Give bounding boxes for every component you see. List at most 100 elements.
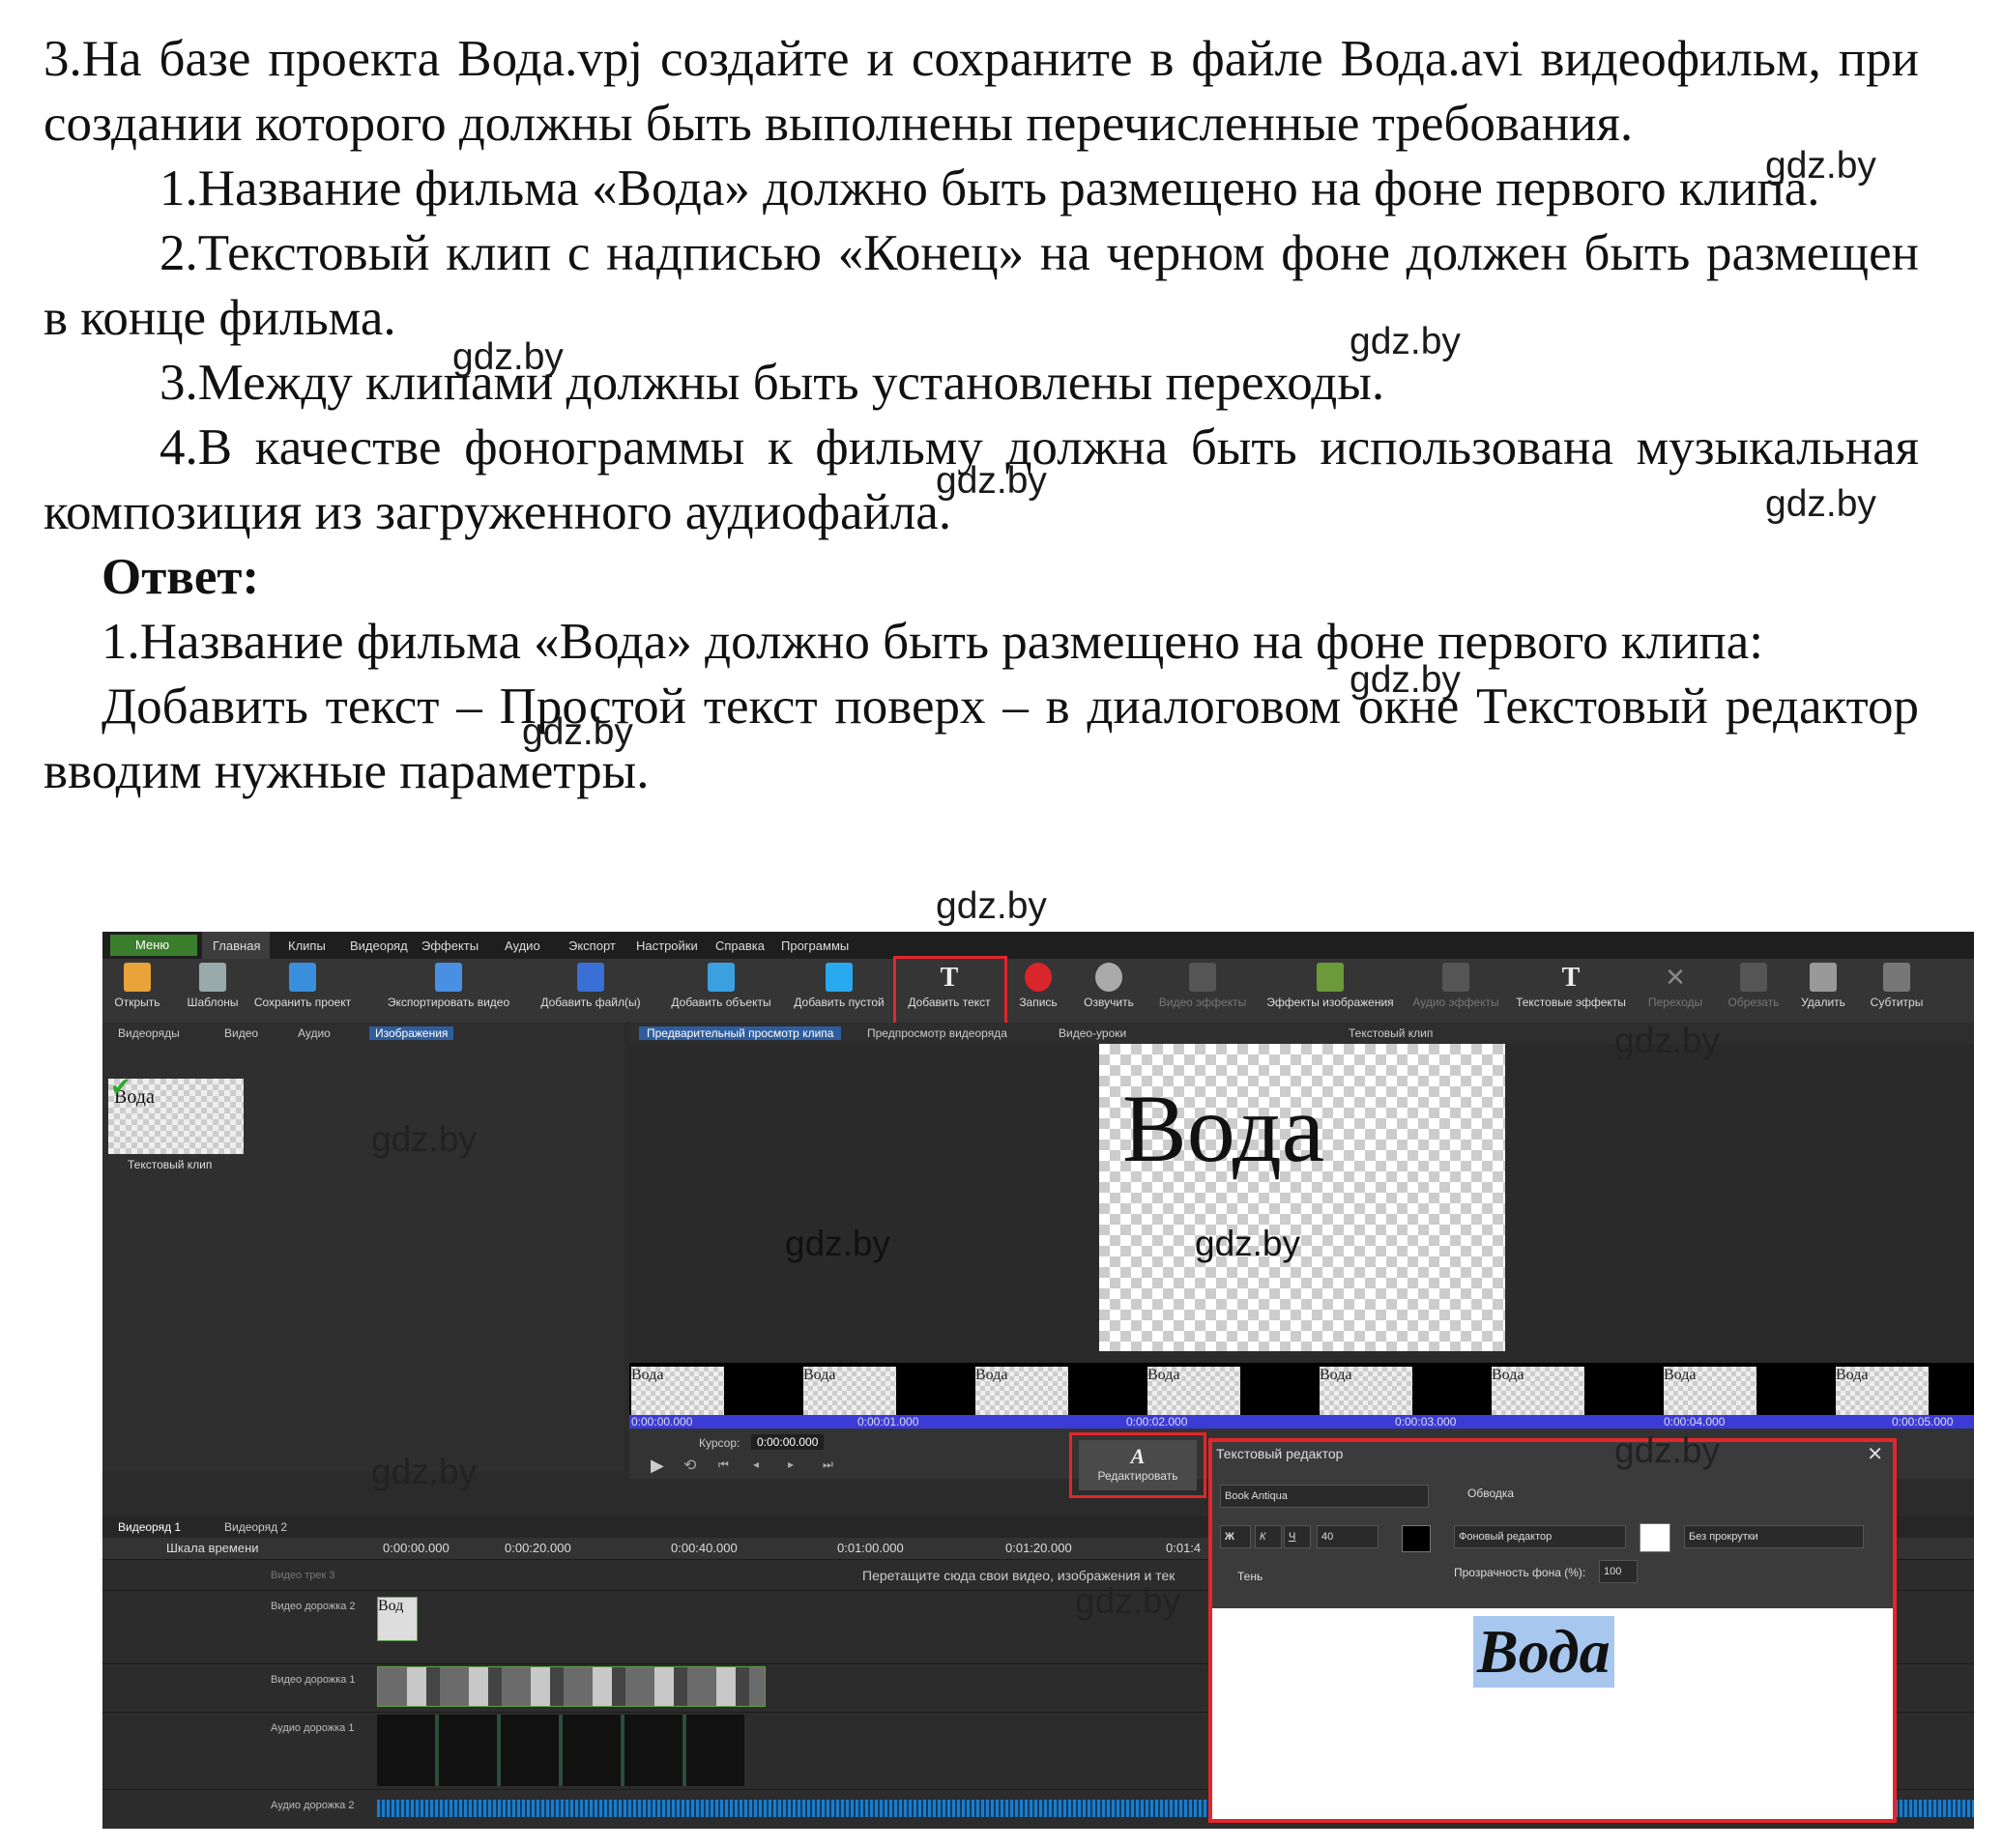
loop-icon[interactable]: ⟲ <box>683 1456 696 1475</box>
tab-videoline-preview[interactable]: Предпросмотр видеоряда <box>867 1026 1007 1040</box>
step-back-icon[interactable]: ◂ <box>753 1458 759 1471</box>
add-files-button[interactable]: Добавить файл(ы) <box>534 963 648 1009</box>
watermark: gdz.by <box>785 1224 891 1263</box>
record-icon <box>1025 963 1052 992</box>
menu-programs[interactable]: Программы <box>781 938 849 953</box>
text-clip-thumbnail[interactable]: Вода ✔ <box>108 1073 244 1154</box>
close-icon[interactable]: ✕ <box>1867 1442 1883 1466</box>
thumbnail-label: Текстовый клип <box>128 1158 213 1171</box>
watermark: gdz.by <box>1195 1224 1301 1263</box>
text-editor-canvas[interactable]: Вода <box>1212 1608 1893 1819</box>
templates-button[interactable]: Шаблоны <box>184 963 242 1009</box>
main-menu-button[interactable]: Меню <box>110 935 197 956</box>
microphone-icon <box>1095 963 1122 992</box>
menu-clips[interactable]: Клипы <box>288 938 326 953</box>
add-blank-button[interactable]: Добавить пустой <box>789 963 889 1009</box>
font-select[interactable]: Book Antiqua <box>1220 1485 1429 1508</box>
export-video-button[interactable]: Экспортировать видео <box>381 963 516 1009</box>
text-effects-button[interactable]: T Текстовые эффекты <box>1510 963 1632 1009</box>
requirement-1: 1.Название фильма «Вода» должно быть раз… <box>160 160 1820 217</box>
watermark: gdz.by <box>452 336 564 378</box>
watermark: gdz.by <box>1765 145 1876 187</box>
canvas-title-text: Вода <box>1122 1075 1325 1182</box>
text-color-swatch[interactable] <box>1402 1525 1431 1552</box>
menu-videoline[interactable]: Видеоряд <box>350 938 408 953</box>
watermark: gdz.by <box>1350 659 1461 701</box>
next-icon[interactable]: ⏭ <box>823 1458 833 1472</box>
bold-button[interactable]: Ж <box>1220 1525 1251 1548</box>
strip-frame: Вода <box>1836 1367 1929 1415</box>
editor-text[interactable]: Вода <box>1473 1616 1614 1688</box>
add-objects-button[interactable]: Добавить объекты <box>665 963 777 1009</box>
font-size-input[interactable]: 40 <box>1317 1525 1379 1548</box>
watermark: gdz.by <box>522 711 633 753</box>
editor-title: Текстовый редактор <box>1216 1446 1344 1461</box>
tab-video[interactable]: Видео <box>224 1026 258 1040</box>
tab-video-lessons[interactable]: Видео-уроки <box>1059 1026 1126 1040</box>
scroll-select[interactable]: Без прокрутки <box>1684 1525 1864 1548</box>
shadow-checkbox[interactable]: Тень <box>1237 1570 1263 1583</box>
voiceover-button[interactable]: Озвучить <box>1073 963 1145 1009</box>
preview-canvas: Вода <box>1099 1044 1505 1351</box>
menu-effects[interactable]: Эффекты <box>421 938 479 953</box>
bg-opacity-input[interactable]: 100 <box>1599 1560 1638 1583</box>
tab-videolines[interactable]: Видеоряды <box>118 1026 180 1040</box>
bg-opacity-label: Прозрачность фона (%): <box>1454 1566 1586 1579</box>
video-editor-screenshot: Меню Главная Клипы Видеоряд Эффекты Ауди… <box>102 932 1974 1829</box>
prev-icon[interactable]: ⏮ <box>718 1458 729 1472</box>
export-icon <box>435 963 462 992</box>
underline-button[interactable]: Ч <box>1284 1525 1311 1548</box>
outline-checkbox[interactable]: Обводка <box>1467 1487 1514 1500</box>
strip-frame: Вода <box>1664 1367 1756 1415</box>
open-button[interactable]: Открыть <box>108 963 166 1009</box>
templates-icon <box>199 963 226 992</box>
trim-icon <box>1740 963 1767 992</box>
watermark: gdz.by <box>1350 321 1461 362</box>
folder-icon <box>124 963 151 992</box>
media-library: Вода ✔ Текстовый клип <box>102 1044 624 1471</box>
clip-preview: Вода <box>629 1044 1974 1363</box>
task-intro: 3.На базе проекта Вода.vpj создайте и со… <box>44 31 1919 152</box>
play-icon[interactable]: ▶ <box>651 1456 664 1476</box>
timeline-scale[interactable]: Шкала времени <box>166 1541 259 1555</box>
menu-help[interactable]: Справка <box>715 938 765 953</box>
text-effects-icon: T <box>1561 963 1581 993</box>
audio-clips[interactable] <box>377 1715 744 1786</box>
preview-ruler: 0:00:00.000 0:00:01.000 0:00:02.000 0:00… <box>629 1415 1974 1429</box>
video-clips[interactable] <box>377 1666 766 1707</box>
menu-audio[interactable]: Аудио <box>505 938 540 953</box>
tab-videoline-1[interactable]: Видеоряд 1 <box>118 1520 181 1534</box>
add-blank-icon <box>826 963 853 992</box>
add-objects-icon <box>708 963 735 992</box>
delete-button[interactable]: Удалить <box>1792 963 1854 1009</box>
answer-line-1: 1.Название фильма «Вода» должно быть раз… <box>102 614 1764 670</box>
document-body: 3.На базе проекта Вода.vpj создайте и со… <box>44 27 1919 804</box>
trim-button[interactable]: Обрезать <box>1719 963 1788 1009</box>
strip-frame: Вода <box>975 1367 1068 1415</box>
menu-settings[interactable]: Настройки <box>636 938 698 953</box>
tab-audio[interactable]: Аудио <box>298 1026 331 1040</box>
tab-videoline-2[interactable]: Видеоряд 2 <box>224 1520 287 1534</box>
tab-clip-preview[interactable]: Предварительный просмотр клипа <box>639 1026 842 1040</box>
menu-export[interactable]: Экспорт <box>568 938 616 953</box>
menu-main[interactable]: Главная <box>213 938 260 953</box>
audio-effects-button[interactable]: Аудио эффекты <box>1409 963 1502 1009</box>
transitions-button[interactable]: ✕ Переходы <box>1641 963 1709 1009</box>
background-color-swatch[interactable] <box>1640 1523 1670 1552</box>
save-icon <box>289 963 316 992</box>
background-mode-select[interactable]: Фоновый редактор <box>1454 1525 1626 1548</box>
italic-button[interactable]: К <box>1255 1525 1282 1548</box>
subtitles-button[interactable]: Субтитры <box>1860 963 1933 1009</box>
text-clip[interactable]: Вод <box>377 1597 418 1641</box>
save-project-button[interactable]: Сохранить проект <box>249 963 356 1009</box>
image-effects-button[interactable]: Эффекты изображения <box>1259 963 1402 1009</box>
requirement-3: 3.Между клипами должны быть установлены … <box>160 355 1385 411</box>
transitions-icon: ✕ <box>1665 963 1686 992</box>
checkmark-icon: ✔ <box>110 1073 131 1101</box>
video-effects-button[interactable]: Видео эффекты <box>1154 963 1251 1009</box>
tab-images[interactable]: Изображения <box>369 1026 454 1040</box>
step-forward-icon[interactable]: ▸ <box>788 1458 794 1471</box>
watermark: gdz.by <box>1765 483 1876 525</box>
image-effects-icon <box>1317 963 1344 992</box>
record-button[interactable]: Запись <box>1009 963 1067 1009</box>
